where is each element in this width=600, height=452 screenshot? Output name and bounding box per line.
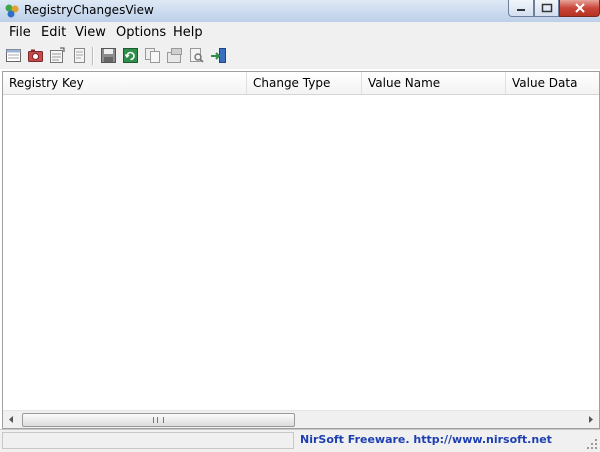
nirsoft-link[interactable]: NirSoft Freeware. http://www.nirsoft.net — [300, 433, 552, 446]
find-icon[interactable] — [188, 47, 205, 64]
minimize-button[interactable] — [508, 0, 534, 17]
scroll-right-icon[interactable] — [582, 411, 599, 428]
status-bar: NirSoft Freeware. http://www.nirsoft.net — [0, 429, 600, 452]
menu-help[interactable]: Help — [173, 25, 203, 40]
maximize-icon — [541, 3, 552, 13]
horizontal-scrollbar[interactable] — [3, 410, 599, 428]
properties-icon[interactable] — [71, 47, 88, 64]
column-value-data[interactable]: Value Data — [506, 72, 599, 94]
title-bar[interactable]: RegistryChangesView — [0, 0, 600, 22]
compare-icon[interactable] — [49, 47, 66, 64]
copy-icon[interactable] — [144, 47, 161, 64]
scroll-left-icon[interactable] — [3, 411, 20, 428]
menu-file[interactable]: File — [9, 25, 31, 40]
close-button[interactable] — [559, 0, 600, 17]
menu-options[interactable]: Options — [116, 25, 166, 40]
save-icon[interactable] — [100, 47, 117, 64]
grip-icon — [153, 417, 164, 423]
refresh-icon[interactable] — [122, 47, 139, 64]
column-change-type[interactable]: Change Type — [247, 72, 362, 94]
exit-icon[interactable] — [210, 47, 227, 64]
menu-view[interactable]: View — [75, 25, 106, 40]
list-header: Registry Key Change Type Value Name Valu… — [3, 72, 599, 95]
camera-icon[interactable] — [27, 47, 44, 64]
menu-bar: File Edit View Options Help — [0, 22, 600, 44]
app-icon — [5, 4, 19, 18]
changes-list[interactable]: Registry Key Change Type Value Name Valu… — [2, 71, 600, 429]
close-icon — [574, 3, 585, 13]
column-value-name[interactable]: Value Name — [362, 72, 506, 94]
new-snapshot-icon[interactable] — [5, 47, 22, 64]
scrollbar-thumb[interactable] — [22, 413, 295, 427]
maximize-button[interactable] — [534, 0, 559, 17]
toolbar — [0, 43, 600, 69]
menu-edit[interactable]: Edit — [41, 25, 66, 40]
export-icon[interactable] — [166, 47, 183, 64]
status-panel — [2, 432, 294, 449]
toolbar-separator — [92, 47, 94, 65]
window-title: RegistryChangesView — [24, 3, 154, 17]
resize-grip-icon[interactable] — [586, 438, 598, 450]
minimize-icon — [517, 9, 525, 11]
column-registry-key[interactable]: Registry Key — [3, 72, 247, 94]
